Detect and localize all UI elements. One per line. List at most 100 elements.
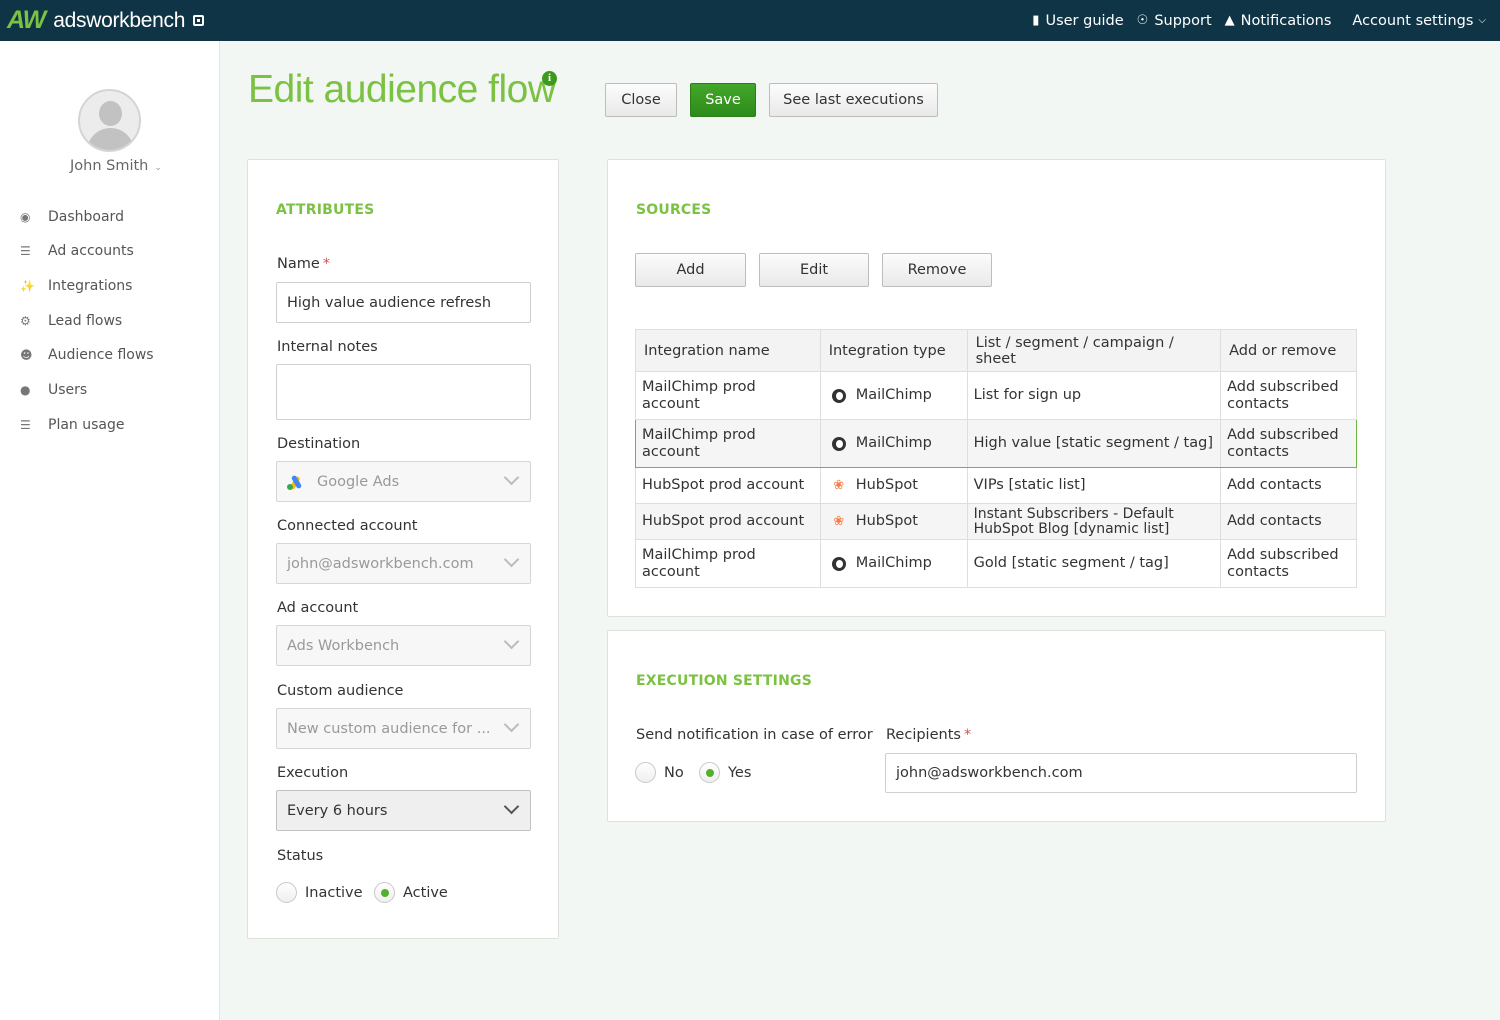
integration-type-label: HubSpot — [855, 477, 918, 493]
notify-no-label: No — [664, 764, 684, 781]
sidebar-item-ad-accounts[interactable]: ☰ Ad accounts — [20, 243, 134, 259]
sidebar: John Smith ⌄ ◉ Dashboard ☰ Ad accounts ✨ … — [0, 41, 220, 1020]
logo-mark: AW — [7, 6, 46, 34]
destination-value: Google Ads — [317, 473, 400, 490]
ad-account-label: Ad account — [277, 600, 359, 616]
cell-action: Add contacts — [1220, 467, 1357, 504]
column-header-integration-type[interactable]: Integration type — [819, 329, 968, 372]
chevron-down-icon — [503, 716, 520, 733]
connected-account-value: john@adsworkbench.com — [287, 555, 474, 572]
add-source-button[interactable]: Add — [635, 253, 746, 287]
user-icon: ● — [20, 383, 31, 397]
radio-circle — [276, 882, 297, 903]
page-title: Edit audience flow — [248, 68, 556, 111]
remove-source-button[interactable]: Remove — [882, 253, 992, 287]
integration-type-label: HubSpot — [855, 513, 918, 529]
status-inactive-label: Inactive — [305, 884, 363, 901]
bell-icon: ▲ — [1224, 13, 1235, 28]
account-settings-menu[interactable]: Account settings ⌵ — [1352, 13, 1486, 29]
internal-notes-textarea[interactable] — [276, 364, 531, 420]
mailchimp-icon — [831, 556, 847, 572]
info-icon[interactable]: i — [542, 71, 557, 86]
mailchimp-icon — [831, 388, 847, 404]
sidebar-item-integrations[interactable]: ✨ Integrations — [20, 278, 132, 294]
support-label: Support — [1154, 12, 1212, 29]
list-icon: ☰ — [20, 418, 31, 432]
name-input[interactable]: High value audience refresh — [276, 282, 531, 323]
destination-label: Destination — [277, 436, 361, 452]
table-row[interactable]: HubSpot prod account ❀ HubSpot Instant Su… — [635, 503, 1357, 540]
connected-account-label: Connected account — [277, 518, 418, 534]
column-header-list[interactable]: List / segment / campaign / sheet — [966, 329, 1222, 372]
top-nav-links: ▮ User guide ☉ Support ▲ Notifications A… — [1019, 0, 1486, 41]
name-label-text: Name — [277, 256, 320, 272]
save-button[interactable]: Save — [690, 83, 756, 117]
notifications-link[interactable]: ▲ Notifications — [1225, 13, 1332, 29]
sidebar-item-label: Ad accounts — [48, 243, 134, 259]
connected-account-select[interactable]: john@adsworkbench.com — [276, 543, 531, 584]
table-row[interactable]: MailChimp prod account MailChimp High va… — [635, 419, 1357, 468]
see-last-executions-button[interactable]: See last executions — [769, 83, 938, 117]
book-icon: ▮ — [1032, 13, 1040, 28]
execution-settings-section-title: EXECUTION SETTINGS — [636, 673, 812, 689]
recipients-input[interactable]: john@adsworkbench.com — [885, 753, 1357, 793]
user-menu[interactable]: John Smith ⌄ — [70, 158, 162, 174]
gears-icon: ⚙ — [20, 314, 31, 328]
ad-account-select[interactable]: Ads Workbench — [276, 625, 531, 666]
database-icon: ☰ — [20, 244, 31, 258]
avatar-body-shape — [87, 128, 134, 150]
sidebar-item-plan-usage[interactable]: ☰ Plan usage — [20, 417, 124, 433]
user-guide-link[interactable]: ▮ User guide — [1032, 13, 1123, 29]
sidebar-item-lead-flows[interactable]: ⚙ Lead flows — [20, 313, 122, 329]
sidebar-item-label: Audience flows — [48, 347, 154, 363]
status-inactive-radio[interactable]: Inactive — [276, 882, 363, 903]
avatar[interactable] — [78, 89, 141, 152]
radio-circle-selected — [374, 882, 395, 903]
radio-circle — [635, 762, 656, 783]
support-link[interactable]: ☉ Support — [1137, 13, 1212, 29]
chevron-down-icon: ⌵ — [1478, 15, 1486, 26]
execution-settings-panel — [607, 630, 1386, 822]
hubspot-icon: ❀ — [833, 514, 845, 529]
cell-list: Instant Subscribers - Default HubSpot Bl… — [966, 503, 1222, 540]
custom-audience-select[interactable]: New custom audience for ... — [276, 708, 531, 749]
edit-source-button[interactable]: Edit — [759, 253, 869, 287]
cell-integration-name: MailChimp prod account — [635, 371, 821, 420]
table-row[interactable]: MailChimp prod account MailChimp Gold [s… — [635, 539, 1357, 588]
column-header-add-remove[interactable]: Add or remove — [1220, 329, 1357, 372]
ad-account-value: Ads Workbench — [287, 637, 400, 654]
sidebar-item-label: Users — [48, 382, 88, 398]
status-active-label: Active — [403, 884, 448, 901]
cell-action: Add contacts — [1220, 503, 1357, 540]
cell-integration-type: MailChimp — [819, 419, 968, 468]
table-row[interactable]: MailChimp prod account MailChimp List fo… — [635, 371, 1357, 420]
cell-integration-type: MailChimp — [819, 371, 968, 420]
sidebar-item-users[interactable]: ● Users — [20, 382, 87, 398]
send-notification-label: Send notification in case of error — [636, 727, 873, 743]
chevron-down-icon — [503, 798, 520, 815]
sidebar-item-label: Lead flows — [48, 313, 123, 329]
sidebar-item-audience-flows[interactable]: ☻ Audience flows — [20, 347, 154, 363]
column-header-integration-name[interactable]: Integration name — [635, 329, 821, 372]
table-header-row: Integration name Integration type List /… — [635, 329, 1357, 372]
sources-section-title: SOURCES — [636, 202, 712, 218]
dashboard-icon: ◉ — [20, 210, 31, 224]
internal-notes-label: Internal notes — [277, 339, 378, 355]
sidebar-item-label: Plan usage — [48, 417, 125, 433]
external-window-icon[interactable] — [193, 15, 205, 26]
cell-integration-name: MailChimp prod account — [635, 539, 821, 588]
execution-select[interactable]: Every 6 hours — [276, 790, 531, 831]
cell-action: Add subscribed contacts — [1220, 419, 1357, 468]
execution-label: Execution — [277, 765, 349, 781]
execution-value: Every 6 hours — [287, 802, 388, 819]
notify-no-radio[interactable]: No — [635, 762, 684, 783]
google-ads-icon — [287, 474, 303, 490]
table-row[interactable]: HubSpot prod account ❀ HubSpot VIPs [stat… — [635, 467, 1357, 504]
destination-select[interactable]: Google Ads — [276, 461, 531, 502]
app-logo[interactable]: AW adsworkbench — [7, 0, 205, 41]
notify-yes-radio[interactable]: Yes — [699, 762, 751, 783]
status-active-radio[interactable]: Active — [374, 882, 448, 903]
sidebar-item-dashboard[interactable]: ◉ Dashboard — [20, 209, 124, 225]
sidebar-item-label: Integrations — [48, 278, 133, 294]
close-button[interactable]: Close — [605, 83, 677, 117]
